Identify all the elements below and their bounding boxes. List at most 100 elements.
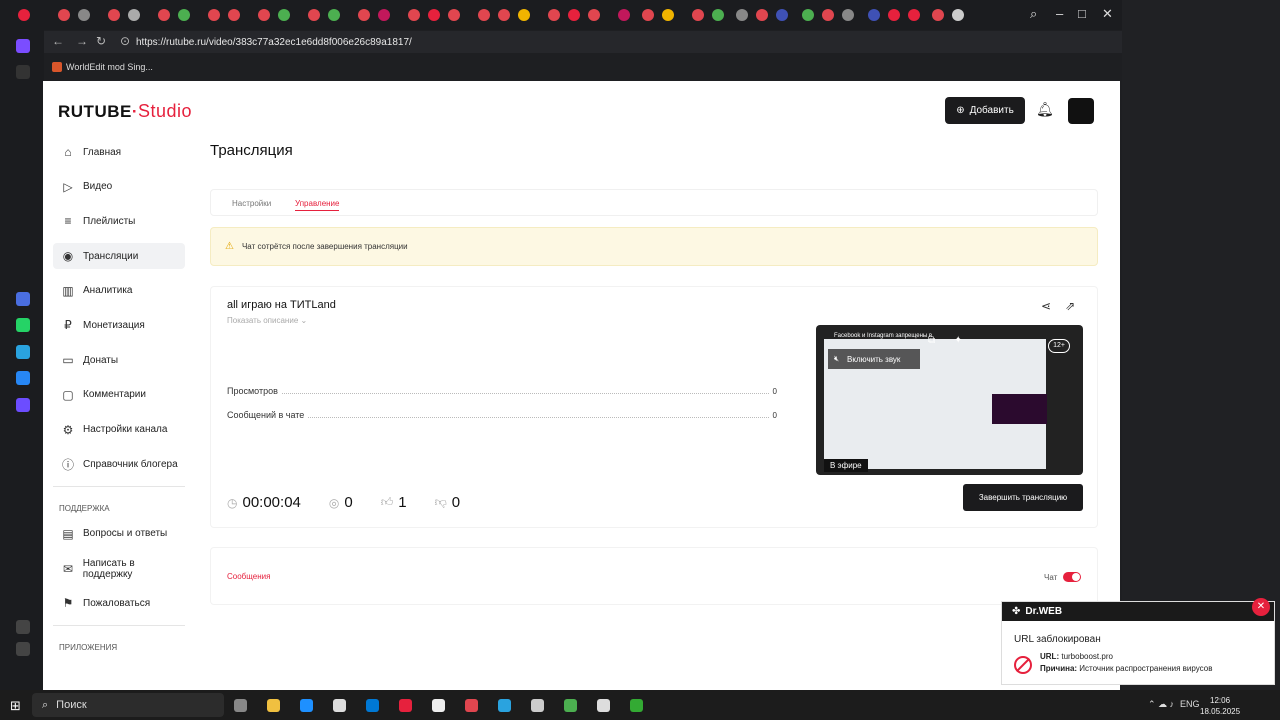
tab-icon[interactable]: [278, 9, 290, 21]
tab-icon[interactable]: [776, 9, 788, 21]
tab-icon[interactable]: [408, 9, 420, 21]
sidebar-item-report[interactable]: ⚑ Пожаловаться: [53, 590, 185, 616]
star-icon[interactable]: [16, 65, 30, 79]
tab-icon[interactable]: [868, 9, 880, 21]
minimize-icon[interactable]: –: [1056, 6, 1063, 21]
store-icon[interactable]: [333, 699, 346, 712]
enable-sound-button[interactable]: 🔇︎ Включить звук: [828, 349, 920, 369]
new-tab-icon[interactable]: [952, 9, 964, 21]
tab-icon[interactable]: [108, 9, 120, 21]
vk-icon[interactable]: [16, 371, 30, 385]
sidebar-item-home[interactable]: ⌂ Главная: [53, 139, 185, 165]
tab-icon[interactable]: [662, 9, 674, 21]
pip-icon[interactable]: ⧉: [928, 335, 935, 346]
sidebar-item-write-support[interactable]: ✉ Написать в поддержку: [53, 556, 185, 582]
sidebar-item-comments[interactable]: ▢ Комментарии: [53, 382, 185, 408]
sidebar-item-faq[interactable]: ▤ Вопросы и ответы: [53, 521, 185, 547]
app-icon[interactable]: [597, 699, 610, 712]
tab-icon[interactable]: [588, 9, 600, 21]
external-link-icon[interactable]: ⇗: [1065, 299, 1075, 313]
forward-icon[interactable]: →: [76, 34, 88, 48]
tab-icon[interactable]: [548, 9, 560, 21]
reload-icon[interactable]: ↻: [96, 34, 106, 48]
opera-icon[interactable]: [399, 699, 412, 712]
clock-icon[interactable]: [16, 642, 30, 656]
sidebar-item-broadcasts[interactable]: ◉ Трансляции: [53, 243, 185, 270]
close-window-icon[interactable]: ✕: [1102, 6, 1113, 22]
minecraft-icon[interactable]: [564, 699, 577, 712]
show-description-link[interactable]: Показать описание ⌄: [227, 316, 307, 325]
maximize-icon[interactable]: □: [1078, 6, 1086, 21]
tab-icon[interactable]: [178, 9, 190, 21]
tab-icon[interactable]: [642, 9, 654, 21]
tab-icon[interactable]: [428, 9, 440, 21]
tab-icon[interactable]: [448, 9, 460, 21]
heart-icon[interactable]: [16, 620, 30, 634]
tab-icon[interactable]: [358, 9, 370, 21]
outlook-icon[interactable]: [366, 699, 379, 712]
bookmark-item[interactable]: WorldEdit mod Sing...: [66, 62, 153, 72]
stream-preview[interactable]: Facebook и Instagram запрещены в 🔇︎ Вклю…: [816, 325, 1083, 475]
tab-messages[interactable]: Сообщения: [227, 572, 270, 581]
url-text[interactable]: https://rutube.ru/video/383c77a32ec1e6dd…: [136, 37, 412, 48]
sparkle-icon[interactable]: ✦: [954, 335, 962, 346]
tab-icon[interactable]: [712, 9, 724, 21]
tab-icon[interactable]: [802, 9, 814, 21]
tab-icon[interactable]: [842, 9, 854, 21]
tab-icon[interactable]: [478, 9, 490, 21]
tab-icon[interactable]: [568, 9, 580, 21]
edge-icon[interactable]: [300, 699, 313, 712]
chat-toggle[interactable]: Чат: [1044, 572, 1082, 582]
tab-icon[interactable]: [258, 9, 270, 21]
tab-icon[interactable]: [822, 9, 834, 21]
tab-icon[interactable]: [736, 9, 748, 21]
yandex-browser-icon[interactable]: [432, 699, 445, 712]
home-icon[interactable]: [16, 39, 30, 53]
sidebar-item-blogger-guide[interactable]: ⓘ Справочник блогера: [53, 451, 185, 477]
whatsapp-icon[interactable]: [16, 318, 30, 332]
app-icon[interactable]: [16, 398, 30, 412]
sidebar-item-video[interactable]: ▷ Видео: [53, 174, 185, 200]
tab-icon[interactable]: [498, 9, 510, 21]
tab-icon[interactable]: [308, 9, 320, 21]
tab-icon[interactable]: [756, 9, 768, 21]
tab-icon[interactable]: [378, 9, 390, 21]
sidebar-item-monetization[interactable]: ₽ Монетизация: [53, 312, 185, 338]
tab-icon[interactable]: [78, 9, 90, 21]
tab-icon[interactable]: [932, 9, 944, 21]
avatar[interactable]: [1068, 98, 1094, 124]
file-explorer-icon[interactable]: [267, 699, 280, 712]
sidebar-item-donations[interactable]: ▭ Донаты: [53, 347, 185, 373]
opera-logo-icon[interactable]: [18, 9, 30, 21]
app-icon[interactable]: [16, 292, 30, 306]
rutube-studio-logo[interactable]: RUTUBE·Studio: [58, 101, 192, 122]
tray-icons[interactable]: ⌃ ☁ ♪: [1148, 699, 1174, 710]
tab-management[interactable]: Управление: [295, 199, 340, 211]
tab-icon[interactable]: [618, 9, 630, 21]
end-broadcast-button[interactable]: Завершить трансляцию: [963, 484, 1083, 511]
tab-icon[interactable]: [208, 9, 220, 21]
chat-switch[interactable]: [1063, 572, 1082, 582]
tab-icon[interactable]: [58, 9, 70, 21]
search-tabs-icon[interactable]: ⌕: [1030, 6, 1037, 22]
chatgpt-icon[interactable]: [531, 699, 544, 712]
telegram-icon[interactable]: [16, 345, 30, 359]
yandex-icon[interactable]: [465, 699, 478, 712]
add-button[interactable]: ⊕ Добавить: [945, 97, 1025, 124]
tab-icon[interactable]: [328, 9, 340, 21]
tab-icon[interactable]: [518, 9, 530, 21]
language-indicator[interactable]: ENG: [1180, 699, 1200, 709]
task-view-icon[interactable]: [234, 699, 247, 712]
tab-icon[interactable]: [158, 9, 170, 21]
taskbar-search[interactable]: ⌕ Поиск: [32, 693, 224, 717]
back-icon[interactable]: ←: [52, 34, 64, 48]
close-icon[interactable]: ✕: [1252, 598, 1270, 616]
sidebar-item-analytics[interactable]: ▥ Аналитика: [53, 278, 185, 304]
tab-icon[interactable]: [692, 9, 704, 21]
tab-active-icon[interactable]: [908, 9, 920, 21]
tab-settings[interactable]: Настройки: [232, 199, 271, 208]
tab-icon[interactable]: [228, 9, 240, 21]
nvidia-icon[interactable]: [630, 699, 643, 712]
address-bar[interactable]: ← → ↻ ⊙ https://rutube.ru/video/383c77a3…: [44, 31, 1122, 53]
sidebar-item-playlists[interactable]: ≡ Плейлисты: [53, 208, 185, 234]
